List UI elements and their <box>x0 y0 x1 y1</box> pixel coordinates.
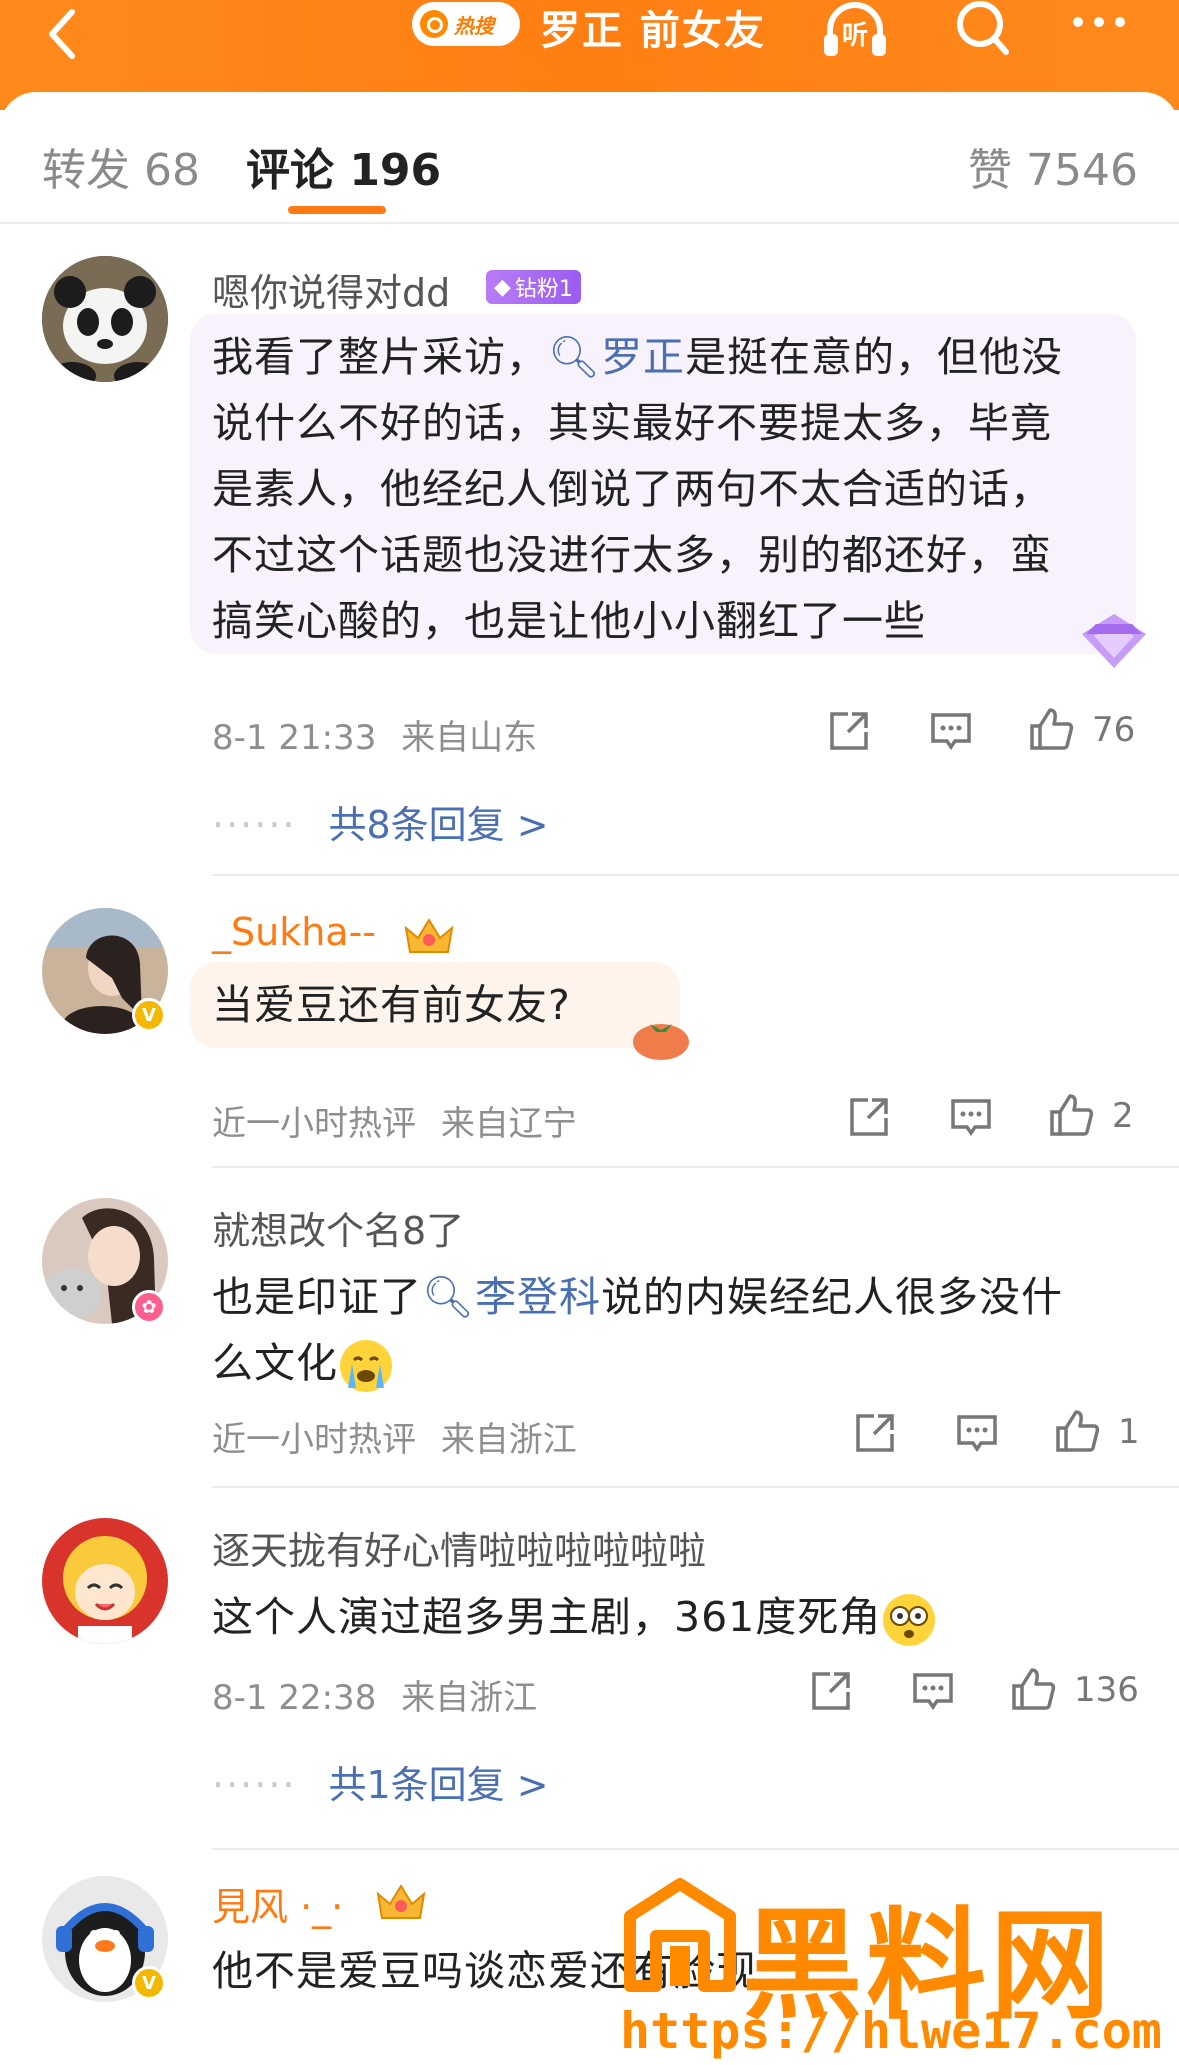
shocked-emoji-icon <box>883 1594 936 1646</box>
page-title: 罗正 前女友 <box>540 8 766 54</box>
like-count: 136 <box>1074 1670 1139 1710</box>
comment-line: 我看了整片采访， <box>212 333 548 381</box>
comment-text: 当爱豆还有前女友? <box>212 981 571 1029</box>
watermark: 黑料网 https://hlwe17.com <box>620 1868 1179 2065</box>
verified-badge-icon: V <box>132 998 166 1032</box>
username[interactable]: 嗯你说得对dd <box>212 262 450 317</box>
search-icon[interactable] <box>950 0 1020 60</box>
reply-dots: ······ <box>212 1763 297 1807</box>
divider <box>212 1848 1179 1850</box>
divider <box>212 1486 1179 1488</box>
share-icon[interactable] <box>826 708 872 754</box>
comment-icon[interactable] <box>910 1668 956 1714</box>
crown-badge-icon <box>404 918 454 953</box>
comment-line: 不过这个话题也没进行太多，别的都还好，蛮 <box>212 531 1052 579</box>
comment-line: 这个人演过超多男主剧，361度死角 <box>212 1593 882 1641</box>
like-thumb-icon[interactable] <box>1054 1408 1100 1454</box>
listen-icon[interactable]: 听 <box>820 0 890 60</box>
comment-icon[interactable] <box>948 1094 994 1140</box>
comment-line: 么文化 <box>212 1339 338 1387</box>
username[interactable]: 見风 ·_· <box>212 1876 343 1931</box>
comment-location: 来自辽宁 <box>440 1104 577 1144</box>
tab-likes[interactable]: 赞 7546 <box>968 134 1138 198</box>
fan-level-badge: ◆ 钻粉1 <box>486 270 581 304</box>
username[interactable]: 就想改个名8了 <box>212 1200 464 1255</box>
fan-level-label: 钻粉1 <box>514 277 573 302</box>
share-icon[interactable] <box>852 1410 898 1456</box>
avatar[interactable] <box>42 1518 168 1644</box>
watermark-logo-icon <box>624 1878 736 1992</box>
comment-location: 来自浙江 <box>401 1678 538 1718</box>
hot-search-badge[interactable]: 热搜 <box>412 2 520 46</box>
persimmon-decoration-icon <box>633 1024 689 1060</box>
view-replies-link[interactable]: ······ 共8条回复 > <box>212 794 549 849</box>
reply-dots: ······ <box>212 803 297 847</box>
watermark-url: https://hlwe17.com <box>620 2002 1162 2060</box>
crown-badge-icon <box>376 1884 426 1919</box>
comment-time: 8-1 22:38 <box>212 1678 377 1718</box>
more-icon[interactable] <box>1066 0 1136 60</box>
panda-avatar-icon <box>42 256 168 382</box>
comment-text: 这个人演过超多男主剧，361度死角 <box>212 1584 937 1650</box>
comment-time: 近一小时热评 <box>212 1420 416 1460</box>
divider <box>212 874 1179 876</box>
comment-location: 来自浙江 <box>440 1420 577 1460</box>
verified-badge-icon: V <box>132 1966 166 2000</box>
comment-time: 8-1 21:33 <box>212 718 377 758</box>
share-icon[interactable] <box>808 1668 854 1714</box>
like-thumb-icon[interactable] <box>1010 1666 1056 1712</box>
cartoon-avatar-icon <box>42 1518 168 1644</box>
like-count: 1 <box>1118 1412 1140 1452</box>
comment-tab-bar: 转发 68 评论 196 赞 7546 <box>0 92 1179 224</box>
share-icon[interactable] <box>846 1094 892 1140</box>
comment-text: 我看了整片采访，🔍︎罗正是挺在意的，但他没 说什么不好的话，其实最好不要提太多，… <box>212 324 1132 654</box>
comment-time: 近一小时热评 <box>212 1104 416 1144</box>
back-arrow-icon[interactable] <box>34 6 94 66</box>
member-badge-icon: ✿ <box>132 1290 166 1324</box>
comment-line: 是素人，他经纪人倒说了两句不太合适的话， <box>212 465 1052 513</box>
like-thumb-icon[interactable] <box>1048 1092 1094 1138</box>
comment-line: 是挺在意的，但他没 <box>685 333 1064 381</box>
active-tab-indicator <box>288 206 386 214</box>
divider <box>212 1166 1179 1168</box>
comment-line: 搞笑心酸的，也是让他小小翻红了一些 <box>212 597 926 645</box>
comment-icon[interactable] <box>954 1410 1000 1456</box>
search-logo-icon <box>420 10 448 38</box>
like-count: 2 <box>1112 1096 1134 1136</box>
comment-meta: 近一小时热评 来自辽宁 <box>212 1096 577 1145</box>
comment-text: 也是印证了🔍︎李登科说的内娱经纪人很多没什 么文化 <box>212 1264 1132 1396</box>
tab-repost[interactable]: 转发 68 <box>42 134 200 198</box>
hot-search-label: 热搜 <box>454 13 494 38</box>
comment-meta: 近一小时热评 来自浙江 <box>212 1412 577 1461</box>
comment-meta: 8-1 22:38 来自浙江 <box>212 1670 537 1719</box>
comment-line: 说什么不好的话，其实最好不要提太多，毕竟 <box>212 399 1052 447</box>
comment-line: 说的内娱经纪人很多没什 <box>601 1273 1064 1321</box>
username[interactable]: _Sukha-- <box>212 910 376 954</box>
tab-comments[interactable]: 评论 196 <box>246 134 441 198</box>
like-thumb-icon[interactable] <box>1028 706 1074 752</box>
comment-location: 来自山东 <box>401 718 538 758</box>
comment-line: 也是印证了 <box>212 1273 422 1321</box>
crying-emoji-icon <box>340 1340 392 1392</box>
view-replies-link[interactable]: ······ 共1条回复 > <box>212 1754 549 1809</box>
topic-link[interactable]: 🔍︎罗正 <box>548 333 685 381</box>
listen-label: 听 <box>842 21 868 51</box>
comment-icon[interactable] <box>928 708 974 754</box>
diamond-icon: ◆ <box>494 274 511 300</box>
topic-link[interactable]: 🔍︎李登科 <box>422 1273 601 1321</box>
comment-meta: 8-1 21:33 来自山东 <box>212 710 537 759</box>
like-count: 76 <box>1092 710 1136 750</box>
avatar[interactable] <box>42 256 168 382</box>
username[interactable]: 逐天拢有好心情啦啦啦啦啦啦 <box>212 1520 706 1575</box>
